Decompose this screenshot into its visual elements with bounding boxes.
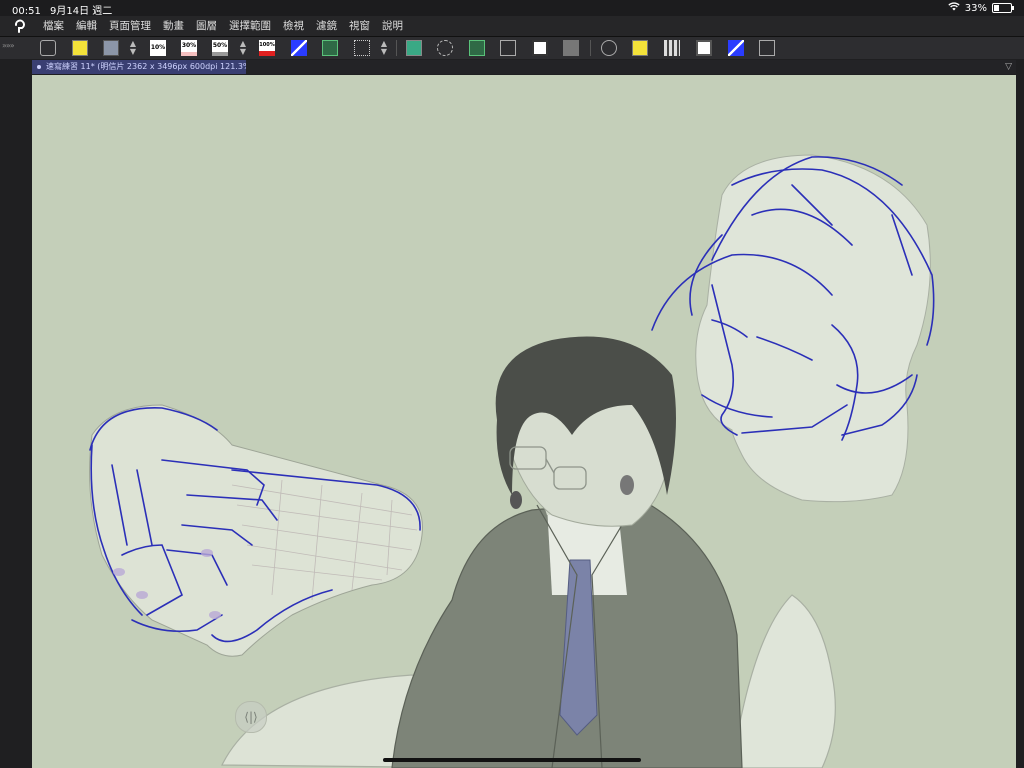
battery-level [994,5,1000,11]
menu-story[interactable]: 頁面管理 [109,16,151,36]
opacity-30-button[interactable]: 30% [181,40,197,56]
line-color-blue-icon[interactable] [291,40,307,56]
layer-color-yellow-icon[interactable] [632,40,648,56]
grid-icon[interactable] [354,40,370,56]
menu-layer[interactable]: 圖層 [196,16,217,36]
menu-help[interactable]: 說明 [382,16,403,36]
character-model [391,336,743,768]
toolbar-divider [396,40,397,56]
white-square-icon[interactable] [532,40,548,56]
battery-icon [992,3,1014,13]
reference-layer-icon[interactable] [696,40,712,56]
menu-window[interactable]: 視窗 [349,16,370,36]
drawing-canvas[interactable]: ⟨|⟩ [32,75,1016,768]
hand-sketch [89,404,423,657]
camera-icon[interactable] [759,40,775,56]
app-logo-icon[interactable] [12,18,30,34]
status-bar: 00:51 9月14日 週二 33% [0,0,1024,17]
transform-icon[interactable] [322,40,338,56]
battery-percent: 33% [964,2,987,14]
home-indicator [383,758,641,762]
chevron-down-icon[interactable]: ▽ [1005,60,1012,74]
opacity-10-button[interactable]: 10% [150,40,166,56]
menu-view[interactable]: 檢視 [283,16,304,36]
canvas-tab-title: 速寫練習 11* (明信片 2362 x 3496px 600dpi 121.3… [46,62,246,71]
layer-color-yellow-icon[interactable] [72,40,88,56]
menu-filter[interactable]: 濾鏡 [316,16,337,36]
tab-bar: 速寫練習 11* (明信片 2362 x 3496px 600dpi 121.3… [32,60,1024,74]
gray-square-icon[interactable] [563,40,579,56]
menu-animation[interactable]: 動畫 [163,16,184,36]
menu-selection[interactable]: 選擇範圍 [229,16,271,36]
chevron-updown-icon[interactable]: ▲ ▼ [128,40,138,56]
command-bar: »»» ▲ ▼ 10% 30% 50% ▲ ▼ 100% ▲ ▼ [0,37,1024,59]
left-panel [0,60,32,768]
move-handle-icon[interactable]: ⟨|⟩ [235,701,267,733]
menu-bar: 檔案 編輯 頁面管理 動畫 圖層 選擇範圍 檢視 濾鏡 視窗 說明 [0,16,1024,37]
zoom-icon[interactable] [500,40,516,56]
menu-edit[interactable]: 編輯 [76,16,97,36]
canvas-tab[interactable]: 速寫練習 11* (明信片 2362 x 3496px 600dpi 121.3… [32,60,246,74]
new-canvas-icon[interactable] [40,40,56,56]
opacity-100-button[interactable]: 100% [259,40,275,56]
wifi-icon [948,2,960,14]
opacity-50-button[interactable]: 50% [212,40,228,56]
layer-grid-icon[interactable] [664,40,680,56]
toolbar-divider [590,40,591,56]
chevron-updown-icon[interactable]: ▲ ▼ [238,40,248,56]
chevron-updown-icon[interactable]: ▲ ▼ [379,40,389,56]
flip-horizontal-icon[interactable] [406,40,422,56]
artwork [89,154,935,768]
line-color-blue-icon[interactable] [728,40,744,56]
save-icon[interactable] [103,40,119,56]
close-dot-icon[interactable] [37,64,41,69]
fit-canvas-icon[interactable] [469,40,485,56]
rotate-icon[interactable] [437,40,453,56]
layer-mask-icon[interactable] [601,40,617,56]
right-panel [1016,60,1024,768]
expand-icon[interactable]: »»» [2,41,15,50]
head-sketch [651,154,935,503]
menu-file[interactable]: 檔案 [43,16,64,36]
